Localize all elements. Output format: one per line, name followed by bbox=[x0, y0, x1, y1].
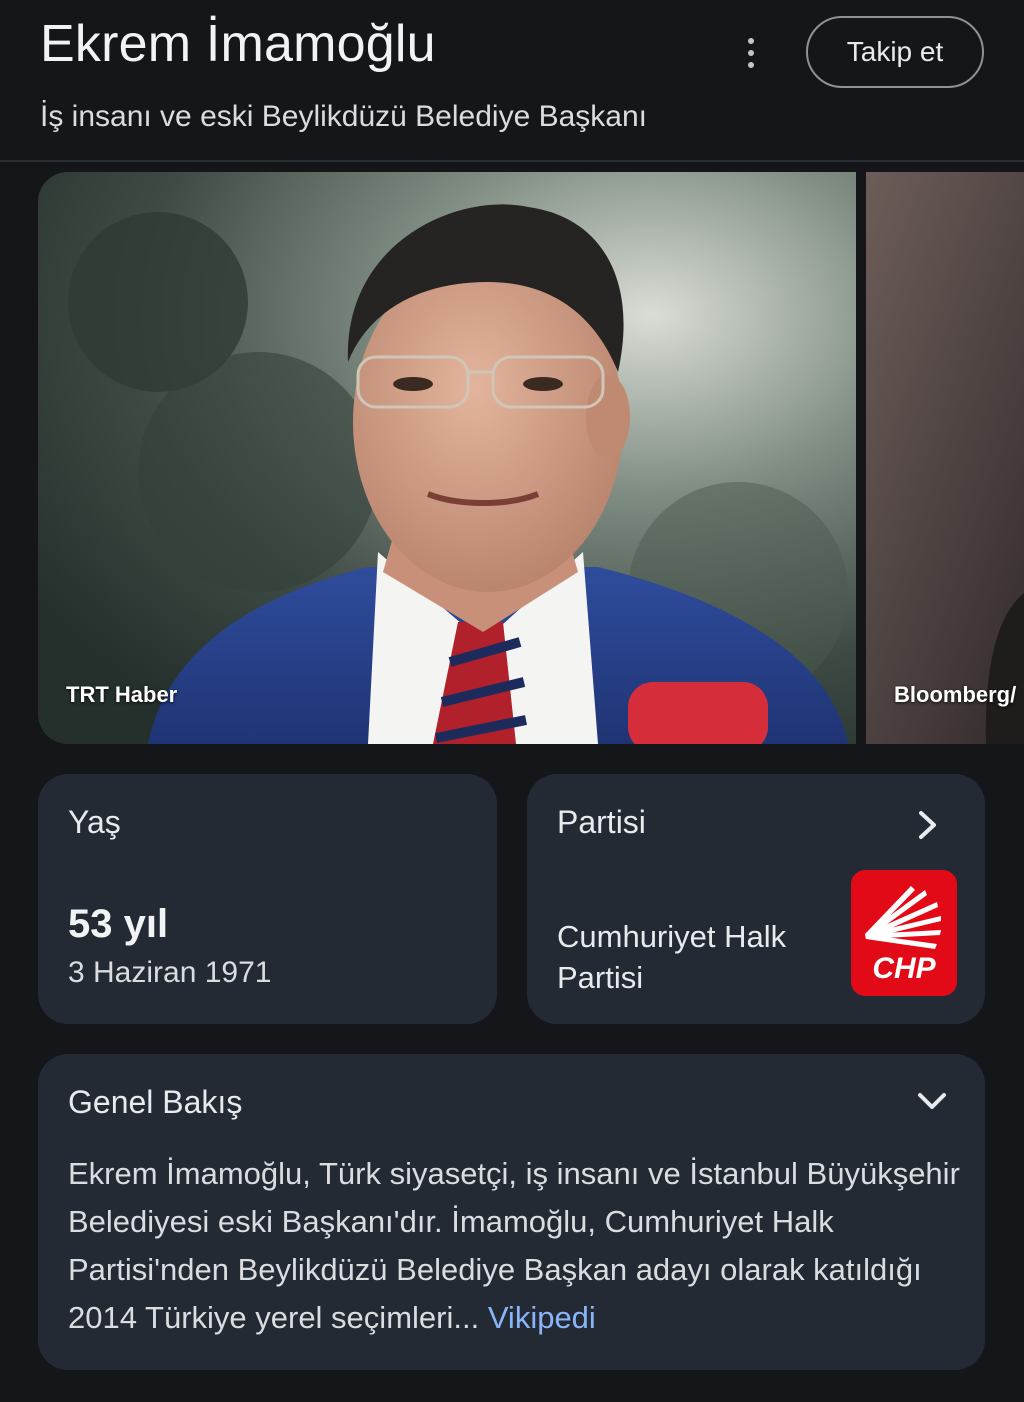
overview-label: Genel Bakış bbox=[68, 1084, 243, 1120]
chp-logo-text: CHP bbox=[872, 952, 936, 985]
second-photo bbox=[866, 172, 1024, 744]
birth-date: 3 Haziran 1971 bbox=[68, 956, 272, 989]
portrait-photo bbox=[38, 172, 856, 744]
overview-text: Ekrem İmamoğlu, Türk siyasetçi, iş insan… bbox=[68, 1150, 968, 1342]
image-source-label: Bloomberg/ bbox=[894, 682, 1017, 707]
second-image[interactable]: Bloomberg/ bbox=[866, 172, 1024, 744]
age-card: Yaş 53 yıl 3 Haziran 1971 bbox=[38, 774, 497, 1024]
page-subtitle: İş insanı ve eski Beylikdüzü Belediye Ba… bbox=[40, 100, 647, 133]
chp-logo-image: CHP bbox=[865, 886, 941, 985]
image-carousel[interactable]: TRT Haber Bloomberg/ bbox=[0, 172, 1024, 746]
age-label: Yaş bbox=[68, 804, 121, 840]
portrait-image[interactable]: TRT Haber bbox=[38, 172, 856, 744]
image-source-label: TRT Haber bbox=[66, 682, 178, 707]
overview-card: Genel Bakış Ekrem İmamoğlu, Türk siyaset… bbox=[38, 1054, 985, 1370]
more-options-icon[interactable] bbox=[732, 30, 770, 76]
more-dot bbox=[748, 38, 754, 44]
party-card[interactable]: Partisi Cumhuriyet Halk Partisi CHP bbox=[527, 774, 985, 1024]
chevron-down-icon[interactable] bbox=[916, 1090, 948, 1112]
party-label: Partisi bbox=[557, 804, 646, 840]
chevron-right-icon bbox=[919, 811, 936, 839]
follow-button[interactable]: Takip et bbox=[806, 16, 984, 88]
wikipedia-link[interactable]: Vikipedi bbox=[488, 1300, 596, 1335]
panel-header: Ekrem İmamoğlu İş insanı ve eski Beylikd… bbox=[0, 0, 1024, 162]
page-title: Ekrem İmamoğlu bbox=[40, 15, 436, 73]
chp-logo: CHP bbox=[851, 870, 957, 996]
more-dot bbox=[748, 50, 754, 56]
more-dot bbox=[748, 62, 754, 68]
age-value: 53 yıl bbox=[68, 902, 169, 946]
knowledge-panel: Ekrem İmamoğlu İş insanı ve eski Beylikd… bbox=[0, 0, 1024, 1402]
party-name: Cumhuriyet Halk Partisi bbox=[557, 919, 787, 995]
